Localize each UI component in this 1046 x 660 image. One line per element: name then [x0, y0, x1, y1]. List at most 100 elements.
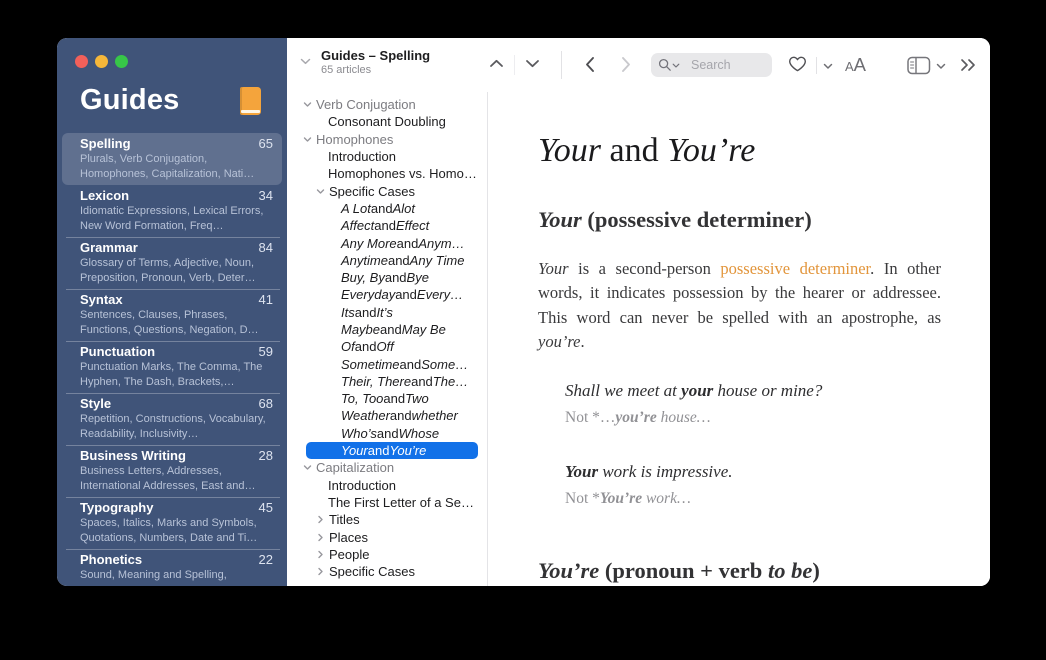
sidebar-item-lexicon[interactable]: Lexicon 34 Idiomatic Expressions, Lexical … — [57, 185, 287, 237]
outline-item[interactable]: Affect and Effect — [287, 217, 487, 234]
outline-collapse-chevron-icon[interactable] — [300, 58, 311, 66]
outline-group[interactable]: Homophones — [287, 131, 487, 148]
divider — [514, 55, 515, 75]
outline-header-title: Guides – Spelling — [321, 48, 431, 63]
outline-item[interactable]: Sometime and Some… — [287, 355, 487, 372]
disclosure-chevron-right-icon[interactable] — [314, 567, 327, 576]
divider — [816, 57, 817, 74]
outline-header: Guides – Spelling 65 articles — [321, 47, 430, 77]
outline-item[interactable]: Introduction — [287, 148, 487, 165]
sidebar-item-grammar[interactable]: Grammar 84 Glossary of Terms, Adjective, N… — [57, 237, 287, 289]
outline-item[interactable]: The First Letter of a Se… — [287, 494, 487, 511]
outline-item[interactable]: Maybe and May Be — [287, 321, 487, 338]
item-title: Style — [80, 396, 112, 411]
item-subtitle: Sentences, Clauses, Phrases, Functions, … — [80, 309, 259, 336]
item-count-badge: 59 — [258, 344, 273, 359]
sidebar-item-style[interactable]: Style 68 Repetition, Constructions, Vocabu… — [57, 393, 287, 445]
outline-item[interactable]: Any More and Anym… — [287, 234, 487, 251]
app-window: Guides Spelling 65 Plurals, Verb Conjugati… — [57, 38, 990, 586]
outline-item[interactable]: To, Too and Two — [287, 390, 487, 407]
disclosure-chevron-down-icon[interactable] — [314, 187, 327, 196]
previous-article-button[interactable] — [489, 59, 504, 68]
panels: Verb Conjugation Consonant Doubling Homoph… — [287, 92, 990, 586]
outline-header-subtitle: 65 articles — [321, 64, 372, 76]
disclosure-chevron-right-icon[interactable] — [314, 533, 327, 542]
outline-group[interactable]: Capitalization — [287, 459, 487, 476]
item-count-badge: 65 — [258, 136, 273, 151]
sidebar: Guides Spelling 65 Plurals, Verb Conjugati… — [57, 38, 287, 586]
sidebar-item-spelling[interactable]: Spelling 65 Plurals, Verb Conjugation, Hom… — [62, 133, 282, 185]
item-count-badge: 84 — [258, 240, 273, 255]
item-subtitle: Repetition, Constructions, Vocabulary, R… — [80, 413, 266, 440]
search-field[interactable] — [651, 53, 772, 77]
outline-item[interactable]: Consonant Doubling — [287, 113, 487, 130]
inline-link[interactable]: possessive determiner — [720, 259, 870, 278]
outline-item[interactable]: Of and Off — [287, 338, 487, 355]
search-input[interactable] — [691, 53, 766, 77]
outline-item[interactable]: Places — [287, 528, 487, 545]
outline-item[interactable]: A Lot and Alot — [287, 200, 487, 217]
item-title: Typography — [80, 500, 154, 515]
item-title: Syntax — [80, 292, 123, 307]
outline-item[interactable]: Everyday and Every… — [287, 286, 487, 303]
guide-category-list: Spelling 65 Plurals, Verb Conjugation, Hom… — [57, 133, 287, 586]
disclosure-chevron-right-icon[interactable] — [314, 515, 327, 524]
search-scope-chevron-icon[interactable] — [672, 63, 680, 69]
outline-item[interactable]: Buy, By and Bye — [287, 269, 487, 286]
outline-item[interactable]: Specific Cases — [287, 563, 487, 580]
outline-item[interactable]: Specific Cases — [287, 182, 487, 199]
article-content: Your and You’re Your (possessive determi… — [488, 92, 990, 586]
toolbar-overflow-button[interactable] — [960, 58, 977, 72]
outline-item[interactable]: Introduction — [287, 477, 487, 494]
sidebar-item-phonetics[interactable]: Phonetics 22 Sound, Meaning and Spelling, — [57, 549, 287, 586]
outline-item[interactable]: Anytime and Any Time — [287, 252, 487, 269]
sidebar-item-punctuation[interactable]: Punctuation 59 Punctuation Marks, The Comm… — [57, 341, 287, 393]
sidebar-header: Guides — [80, 84, 274, 117]
example-block: Shall we meet at your house or mine? Not… — [565, 380, 941, 428]
item-title: Lexicon — [80, 188, 130, 203]
next-article-button[interactable] — [525, 59, 540, 68]
disclosure-chevron-down-icon[interactable] — [301, 100, 314, 109]
favorite-heart-button[interactable] — [788, 56, 807, 73]
item-count-badge: 34 — [258, 188, 273, 203]
disclosure-chevron-down-icon[interactable] — [301, 463, 314, 472]
example-sentence: Shall we meet at your house or mine? — [565, 381, 823, 401]
outline-item[interactable]: Weather and whether — [287, 407, 487, 424]
forward-button[interactable] — [621, 56, 632, 73]
minimize-window-button[interactable] — [95, 55, 108, 68]
item-title: Phonetics — [80, 552, 143, 567]
section-heading-your: Your (possessive determiner) — [538, 207, 812, 232]
example-block: Your work is impressive. Not *You’re wor… — [565, 461, 941, 509]
toolbar: Guides – Spelling 65 articles Search AA — [287, 38, 990, 92]
outline-item[interactable]: Homophones vs. Homo… — [287, 165, 487, 182]
sidebar-item-business-writing[interactable]: Business Writing 28 Business Letters, Addr… — [57, 445, 287, 497]
article-title: Your and You’re — [538, 132, 756, 169]
sidebar-item-typography[interactable]: Typography 45 Spaces, Italics, Marks and S… — [57, 497, 287, 549]
disclosure-chevron-right-icon[interactable] — [314, 550, 327, 559]
outline-item[interactable]: Their, There and The… — [287, 373, 487, 390]
book-icon — [240, 87, 261, 115]
divider — [561, 51, 562, 79]
item-title: Punctuation — [80, 344, 156, 359]
item-count-badge: 68 — [258, 396, 273, 411]
favorites-menu-chevron-icon[interactable] — [823, 63, 833, 70]
outline-item[interactable]: Titles — [287, 511, 487, 528]
outline-item[interactable]: Who’s and Whose — [287, 425, 487, 442]
disclosure-chevron-down-icon[interactable] — [301, 135, 314, 144]
layout-toggle-button[interactable] — [907, 56, 931, 75]
layout-menu-chevron-icon[interactable] — [936, 63, 946, 70]
item-subtitle: Sound, Meaning and Spelling, — [80, 569, 227, 581]
text-size-button[interactable]: AA — [845, 54, 866, 76]
outline-item[interactable]: Its and It’s — [287, 304, 487, 321]
outline-group[interactable]: Verb Conjugation — [287, 96, 487, 113]
window-controls — [75, 55, 128, 68]
back-button[interactable] — [584, 56, 595, 73]
zoom-window-button[interactable] — [115, 55, 128, 68]
outline-item[interactable]: People — [287, 546, 487, 563]
sidebar-item-syntax[interactable]: Syntax 41 Sentences, Clauses, Phrases, Fun… — [57, 289, 287, 341]
item-count-badge: 41 — [258, 292, 273, 307]
article-outline: Verb Conjugation Consonant Doubling Homoph… — [287, 92, 488, 586]
item-subtitle: Punctuation Marks, The Comma, The Hyphen… — [80, 361, 263, 388]
close-window-button[interactable] — [75, 55, 88, 68]
outline-item-selected[interactable]: Your and You’re — [306, 441, 478, 460]
